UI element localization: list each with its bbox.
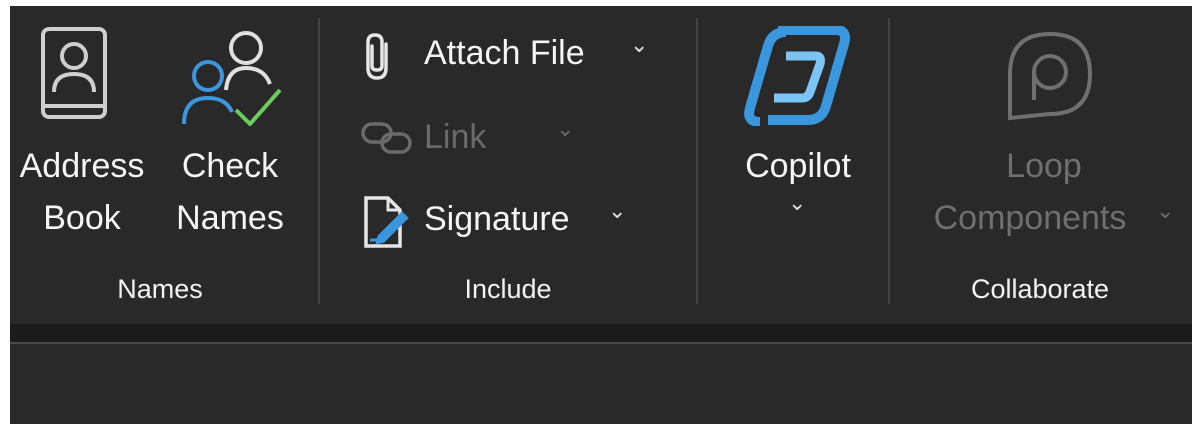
address-book-icon <box>40 26 112 129</box>
check-names-label-line2: Names <box>176 199 284 237</box>
copilot-icon <box>740 25 856 131</box>
attach-file-dropdown-icon: ⌄ <box>630 32 649 57</box>
attach-file-label: Attach File <box>424 34 585 72</box>
group-separator <box>696 18 698 304</box>
group-separator <box>318 18 320 304</box>
address-book-button[interactable]: Address Book <box>10 22 154 254</box>
link-button[interactable]: Link ⌄ <box>360 110 590 166</box>
loop-components-button[interactable]: Loop Components ⌄ <box>906 22 1182 254</box>
loop-components-label-line1: Loop <box>1006 147 1082 185</box>
outlook-compose-window: Address Book Check Names Names Attach Fi… <box>10 6 1192 424</box>
loop-components-label-line2: Components <box>933 199 1127 237</box>
loop-icon <box>1002 26 1098 131</box>
compose-area[interactable] <box>10 344 1192 424</box>
group-separator <box>888 18 890 304</box>
link-icon <box>360 116 414 165</box>
check-names-icon <box>176 26 286 131</box>
address-book-label-line1: Address <box>19 147 145 185</box>
collaborate-group-label: Collaborate <box>970 274 1110 304</box>
ribbon-bottom-strip <box>10 324 1192 342</box>
link-label: Link <box>424 118 487 156</box>
paperclip-icon <box>360 32 396 87</box>
check-names-label-line1: Check <box>181 147 279 185</box>
include-group-label: Include <box>464 274 552 304</box>
copilot-button[interactable]: Copilot ⌄ <box>714 22 882 254</box>
copilot-label: Copilot <box>745 147 851 185</box>
signature-icon <box>360 194 410 255</box>
signature-label: Signature <box>424 200 570 238</box>
copilot-dropdown-icon: ⌄ <box>788 190 807 215</box>
attach-file-button[interactable]: Attach File ⌄ <box>360 26 660 82</box>
signature-dropdown-icon: ⌄ <box>608 198 627 223</box>
names-group-label: Names <box>117 274 203 304</box>
check-names-button[interactable]: Check Names <box>160 22 300 254</box>
ribbon: Address Book Check Names Names Attach Fi… <box>10 6 1192 324</box>
link-dropdown-icon: ⌄ <box>556 116 575 141</box>
address-book-label-line2: Book <box>43 199 121 237</box>
loop-components-dropdown-icon: ⌄ <box>1156 198 1175 223</box>
signature-button[interactable]: Signature ⌄ <box>360 192 640 248</box>
